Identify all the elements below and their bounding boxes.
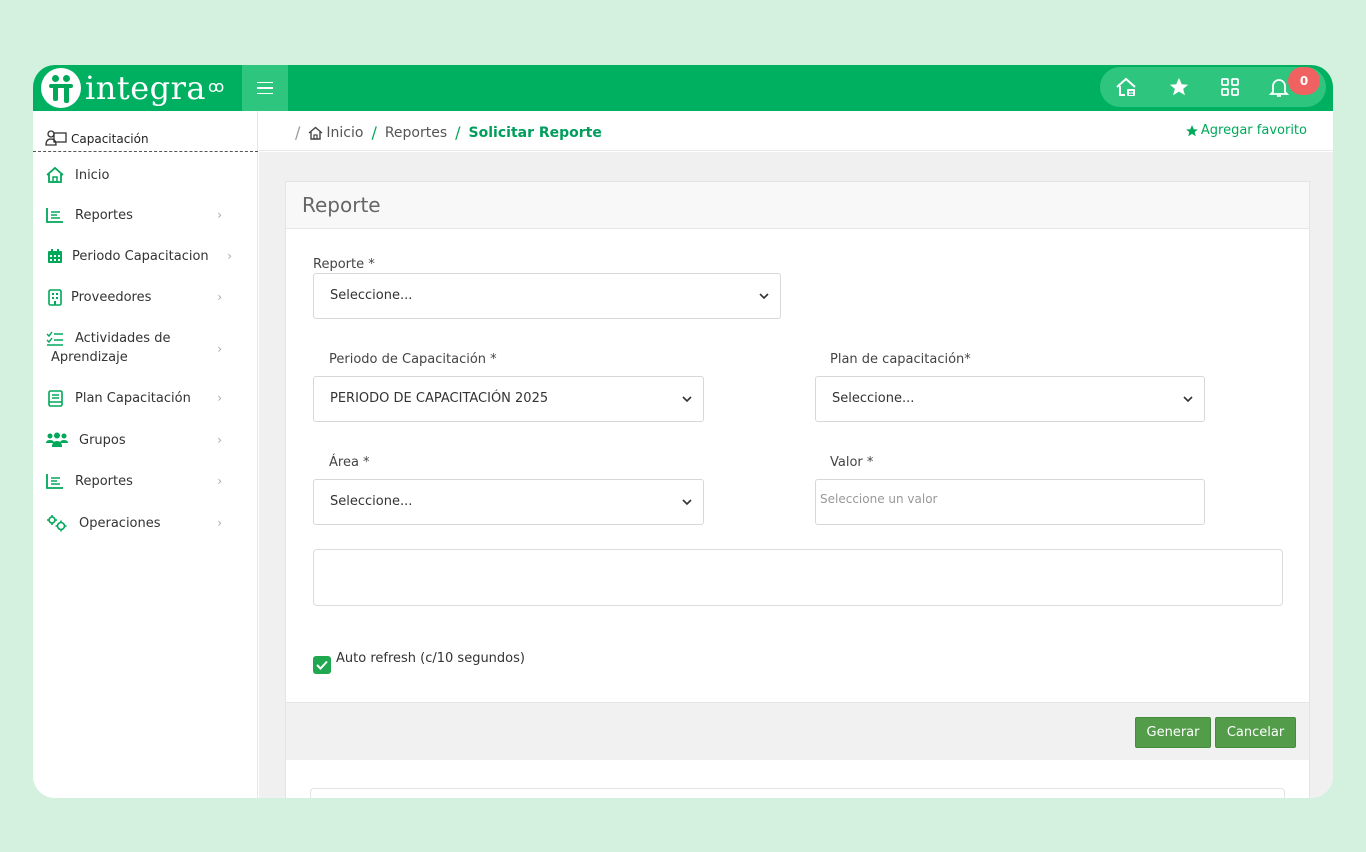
logo-mark — [41, 68, 81, 108]
area-label: Área * — [329, 455, 370, 470]
gears-icon — [45, 514, 69, 532]
sidebar-item-inicio[interactable]: Inicio — [45, 164, 250, 186]
chevron-right-icon: › — [217, 290, 222, 304]
sidebar-item-label: Grupos — [79, 432, 126, 448]
home-stats-icon[interactable] — [1114, 75, 1138, 99]
breadcrumb-bar: / Inicio / Reportes / Solicitar Reporte … — [259, 111, 1333, 151]
valor-label: Valor * — [830, 455, 874, 470]
checklist-icon — [45, 330, 65, 348]
sidebar-item-plan-capacitacion[interactable]: Plan Capacitación › — [45, 387, 250, 409]
chevron-right-icon: › — [217, 342, 222, 356]
training-icon — [45, 129, 67, 149]
reporte-label: Reporte * — [313, 257, 375, 272]
breadcrumb-current: Solicitar Reporte — [468, 124, 602, 141]
plan-select[interactable]: Seleccione... — [815, 376, 1205, 422]
generar-button[interactable]: Generar — [1135, 717, 1211, 748]
app-window: integra ꝏ 0 Capacitación Inicio Reportes… — [33, 65, 1333, 798]
chevron-right-icon: › — [217, 516, 222, 530]
home-icon — [45, 166, 65, 184]
reporte-select-value: Seleccione... — [330, 288, 413, 303]
auto-refresh-checkbox[interactable] — [313, 656, 331, 674]
main-content: Reporte Reporte * Seleccione... Periodo … — [259, 152, 1333, 798]
valor-placeholder: Seleccione un valor — [820, 492, 938, 506]
results-panel — [310, 788, 1285, 798]
chevron-right-icon: › — [217, 391, 222, 405]
add-favorite-link[interactable]: Agregar favorito — [1185, 123, 1307, 138]
logo[interactable]: integra ꝏ — [41, 68, 224, 108]
top-bar: integra ꝏ 0 — [33, 65, 1333, 111]
sidebar-item-operaciones[interactable]: Operaciones › — [45, 512, 250, 534]
valor-input[interactable]: Seleccione un valor — [815, 479, 1205, 525]
notification-badge: 0 — [1288, 67, 1320, 95]
chevron-right-icon: › — [217, 433, 222, 447]
book-icon — [45, 389, 65, 407]
users-icon — [45, 431, 69, 449]
sidebar-item-actividades-aprendizaje[interactable]: Actividades de Aprendizaje › — [45, 329, 250, 369]
sidebar-item-label: Proveedores — [71, 289, 152, 305]
home-icon — [308, 126, 323, 140]
sidebar-item-periodo-capacitacion[interactable]: Periodo Capacitacion › — [45, 245, 250, 267]
sidebar-header: Capacitación — [45, 129, 149, 149]
chevron-down-icon — [682, 499, 692, 506]
sidebar-item-label: Reportes — [75, 207, 133, 223]
chevron-down-icon — [682, 396, 692, 403]
reporte-select[interactable]: Seleccione... — [313, 273, 781, 319]
periodo-label: Periodo de Capacitación * — [329, 352, 497, 367]
sidebar-item-proveedores[interactable]: Proveedores › — [45, 286, 250, 308]
cancelar-button[interactable]: Cancelar — [1215, 717, 1296, 748]
chevron-down-icon — [1183, 396, 1193, 403]
building-icon — [45, 288, 65, 306]
sidebar-header-label: Capacitación — [71, 132, 149, 146]
chevron-right-icon: › — [227, 249, 232, 263]
chevron-down-icon — [759, 293, 769, 300]
sidebar-item-label-line2: Aprendizaje — [51, 350, 128, 365]
chevron-right-icon: › — [217, 208, 222, 222]
report-textarea[interactable] — [313, 549, 1283, 606]
sidebar-item-grupos[interactable]: Grupos › — [45, 429, 250, 451]
sidebar-item-label: Periodo Capacitacion — [72, 248, 209, 264]
breadcrumb-reportes-link[interactable]: Reportes — [385, 125, 447, 141]
periodo-select[interactable]: PERIODO DE CAPACITACIÓN 2025 — [313, 376, 704, 422]
plan-select-value: Seleccione... — [832, 391, 915, 406]
sidebar-item-label: Plan Capacitación — [75, 390, 191, 406]
sidebar-item-reportes-2[interactable]: Reportes › — [45, 470, 250, 492]
sidebar-item-reportes[interactable]: Reportes › — [45, 204, 250, 226]
plan-label: Plan de capacitación* — [830, 352, 971, 367]
favorites-star-icon[interactable] — [1167, 75, 1191, 99]
chevron-right-icon: › — [217, 474, 222, 488]
auto-refresh-label: Auto refresh (c/10 segundos) — [336, 651, 525, 666]
apps-grid-icon[interactable] — [1218, 75, 1242, 99]
chart-icon — [45, 206, 65, 224]
breadcrumb: / Inicio / Reportes / Solicitar Reporte — [295, 123, 602, 142]
sidebar-item-label: Inicio — [75, 167, 110, 183]
area-select[interactable]: Seleccione... — [313, 479, 704, 525]
calendar-icon — [45, 247, 65, 265]
sidebar-item-label: Reportes — [75, 473, 133, 489]
breadcrumb-inicio-link[interactable]: Inicio — [326, 125, 363, 141]
sidebar-item-label: Operaciones — [79, 515, 161, 531]
sidebar-item-label: Actividades de — [75, 331, 171, 346]
check-icon — [316, 660, 328, 670]
star-icon — [1185, 124, 1199, 138]
hamburger-menu-button[interactable] — [242, 65, 288, 111]
periodo-select-value: PERIODO DE CAPACITACIÓN 2025 — [330, 391, 549, 406]
logo-text: integra — [85, 69, 206, 107]
card-footer: Generar Cancelar — [286, 702, 1309, 760]
card-title: Reporte — [286, 182, 1309, 229]
chart-icon — [45, 472, 65, 490]
report-card: Reporte Reporte * Seleccione... Periodo … — [285, 181, 1310, 798]
area-select-value: Seleccione... — [330, 494, 413, 509]
sidebar: Capacitación Inicio Reportes › Periodo C… — [33, 111, 258, 798]
logo-sup: ꝏ — [208, 76, 225, 96]
add-favorite-label: Agregar favorito — [1200, 123, 1307, 138]
sidebar-divider — [33, 151, 258, 152]
